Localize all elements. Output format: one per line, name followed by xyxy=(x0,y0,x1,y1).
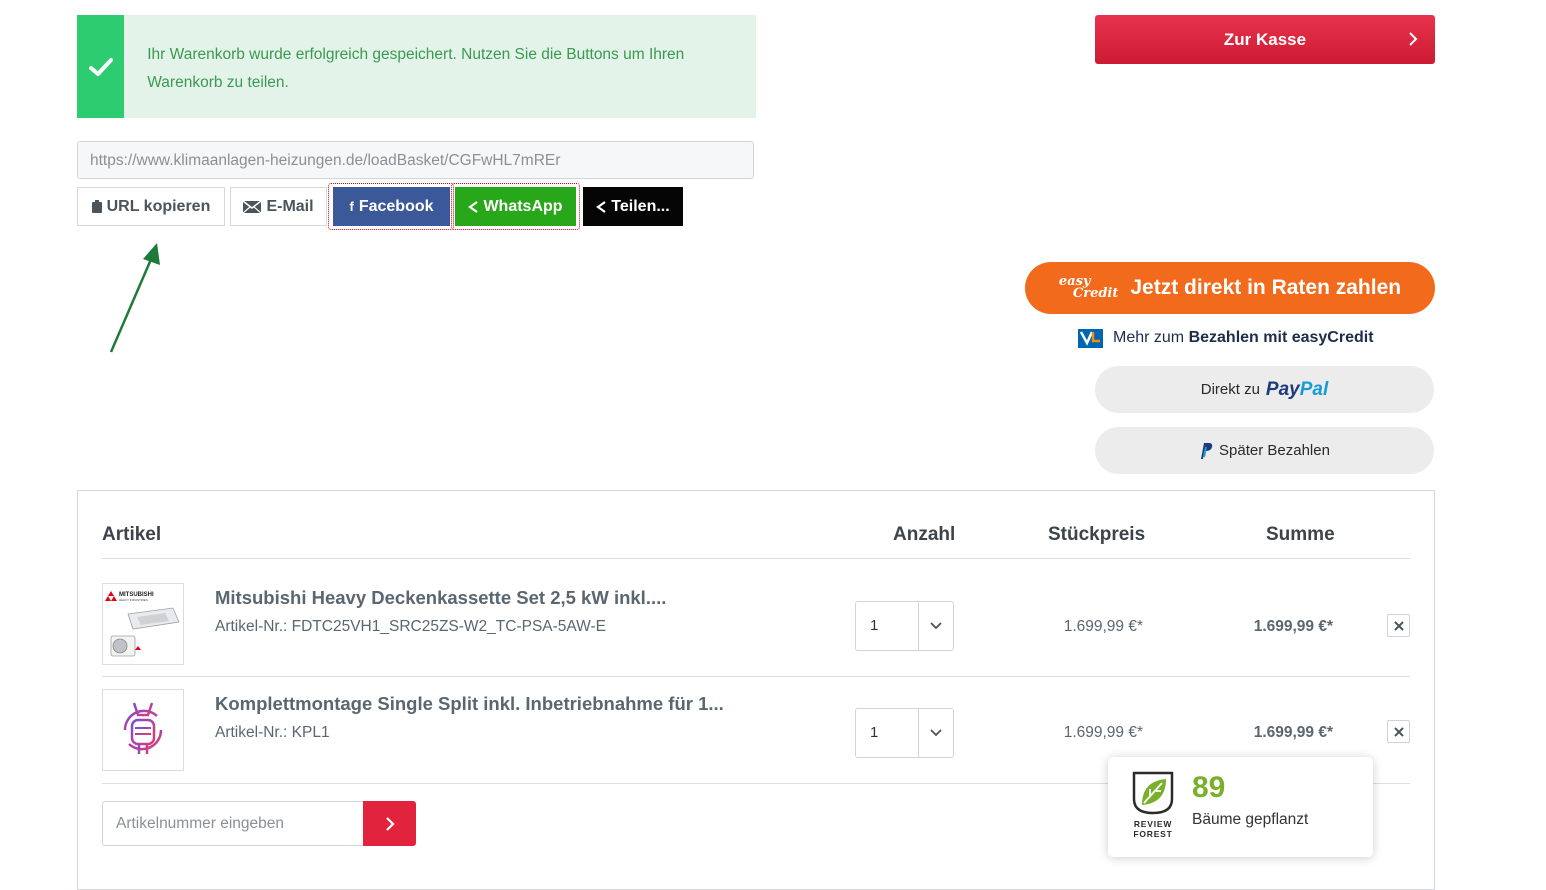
facebook-share-button[interactable]: f Facebook xyxy=(333,187,450,226)
chevron-down-icon xyxy=(919,602,953,650)
email-share-button[interactable]: E-Mail xyxy=(230,187,327,226)
easycredit-info-prefix: Mehr zum xyxy=(1113,329,1185,346)
easycredit-button[interactable]: easy Credit Jetzt direkt in Raten zahlen xyxy=(1025,262,1435,314)
easycredit-label: Jetzt direkt in Raten zahlen xyxy=(1130,276,1402,299)
share-icon xyxy=(468,200,479,213)
copy-url-label: URL kopieren xyxy=(106,197,211,215)
unit-price: 1.699,99 €* xyxy=(1063,724,1143,741)
remove-item-button[interactable] xyxy=(1387,614,1410,637)
review-forest-badge[interactable]: REVIEW FOREST 89 Bäume gepflanzt xyxy=(1108,757,1373,857)
paypal-prefix: Direkt zu xyxy=(1200,381,1260,398)
facebook-label: Facebook xyxy=(358,197,434,215)
quantity-select[interactable]: 1 xyxy=(855,708,954,758)
clipboard-icon xyxy=(91,200,102,213)
native-share-button[interactable]: Teilen... xyxy=(583,187,683,226)
item-title[interactable]: Mitsubishi Heavy Deckenkassette Set 2,5 … xyxy=(215,587,666,609)
close-icon xyxy=(1393,726,1404,737)
paypal-button[interactable]: Direkt zu PayPal xyxy=(1095,366,1434,413)
product-image[interactable]: MITSUBISHI HEAVY INDUSTRIES xyxy=(102,583,184,665)
trees-count: 89 xyxy=(1192,771,1226,804)
checkmark-icon xyxy=(77,15,125,118)
success-alert: Ihr Warenkorb wurde erfolgreich gespeich… xyxy=(77,15,756,118)
divider xyxy=(102,558,1410,559)
copy-url-button[interactable]: URL kopieren xyxy=(77,187,225,226)
annotation-arrow-icon xyxy=(109,243,160,353)
easycredit-info-link[interactable]: Mehr zum Bezahlen mit easyCredit xyxy=(1078,327,1374,349)
review-forest-logo-text: REVIEW FOREST xyxy=(1133,819,1173,839)
header-unit-price: Stückpreis xyxy=(1048,524,1146,545)
line-total: 1.699,99 €* xyxy=(1253,618,1333,635)
add-article-button[interactable] xyxy=(363,801,416,846)
share-url-field[interactable]: https://www.klimaanlagen-heizungen.de/lo… xyxy=(77,141,754,179)
alert-message: Ihr Warenkorb wurde erfolgreich gespeich… xyxy=(147,46,685,91)
quantity-value: 1 xyxy=(856,709,919,757)
paypal-later-label: Später Bezahlen xyxy=(1219,442,1330,459)
whatsapp-label: WhatsApp xyxy=(483,197,563,215)
share-icon xyxy=(596,200,606,213)
product-image[interactable] xyxy=(102,689,184,771)
header-quantity: Anzahl xyxy=(893,524,956,545)
facebook-icon: f xyxy=(349,199,354,214)
easycredit-logo: easy Credit xyxy=(1058,274,1119,301)
paypal-icon xyxy=(1201,442,1213,459)
paypal-later-button[interactable]: Später Bezahlen xyxy=(1095,427,1434,474)
chevron-right-icon xyxy=(1409,32,1418,46)
article-number-input[interactable]: Artikelnummer eingeben xyxy=(102,801,364,846)
quantity-select[interactable]: 1 xyxy=(855,601,954,651)
whatsapp-share-button[interactable]: WhatsApp xyxy=(455,187,576,226)
item-title[interactable]: Komplettmontage Single Split inkl. Inbet… xyxy=(215,693,724,715)
item-article-nr: Artikel-Nr.: FDTC25VH1_SRC25ZS-W2_TC-PSA… xyxy=(215,618,607,635)
svg-text:HEAVY INDUSTRIES: HEAVY INDUSTRIES xyxy=(119,598,148,602)
header-total: Summe xyxy=(1266,524,1335,545)
checkout-label: Zur Kasse xyxy=(1223,29,1307,49)
quantity-value: 1 xyxy=(856,602,919,650)
item-article-nr: Artikel-Nr.: KPL1 xyxy=(215,724,330,741)
easycredit-info-bold: Bezahlen mit easyCredit xyxy=(1188,329,1374,346)
checkout-button[interactable]: Zur Kasse xyxy=(1095,15,1435,64)
unit-price: 1.699,99 €* xyxy=(1063,618,1143,635)
close-icon xyxy=(1393,620,1404,631)
volksbank-icon xyxy=(1078,328,1103,348)
paypal-logo: PayPal xyxy=(1265,378,1329,400)
share-label: Teilen... xyxy=(611,197,670,215)
envelope-icon xyxy=(243,200,262,213)
leaf-icon xyxy=(1132,771,1174,815)
chevron-right-icon xyxy=(385,816,395,831)
line-total: 1.699,99 €* xyxy=(1253,724,1333,741)
trees-label: Bäume gepflanzt xyxy=(1192,811,1309,828)
header-article: Artikel xyxy=(102,524,162,545)
remove-item-button[interactable] xyxy=(1387,720,1410,743)
chevron-down-icon xyxy=(919,709,953,757)
email-label: E-Mail xyxy=(266,197,314,215)
divider xyxy=(102,676,1410,677)
